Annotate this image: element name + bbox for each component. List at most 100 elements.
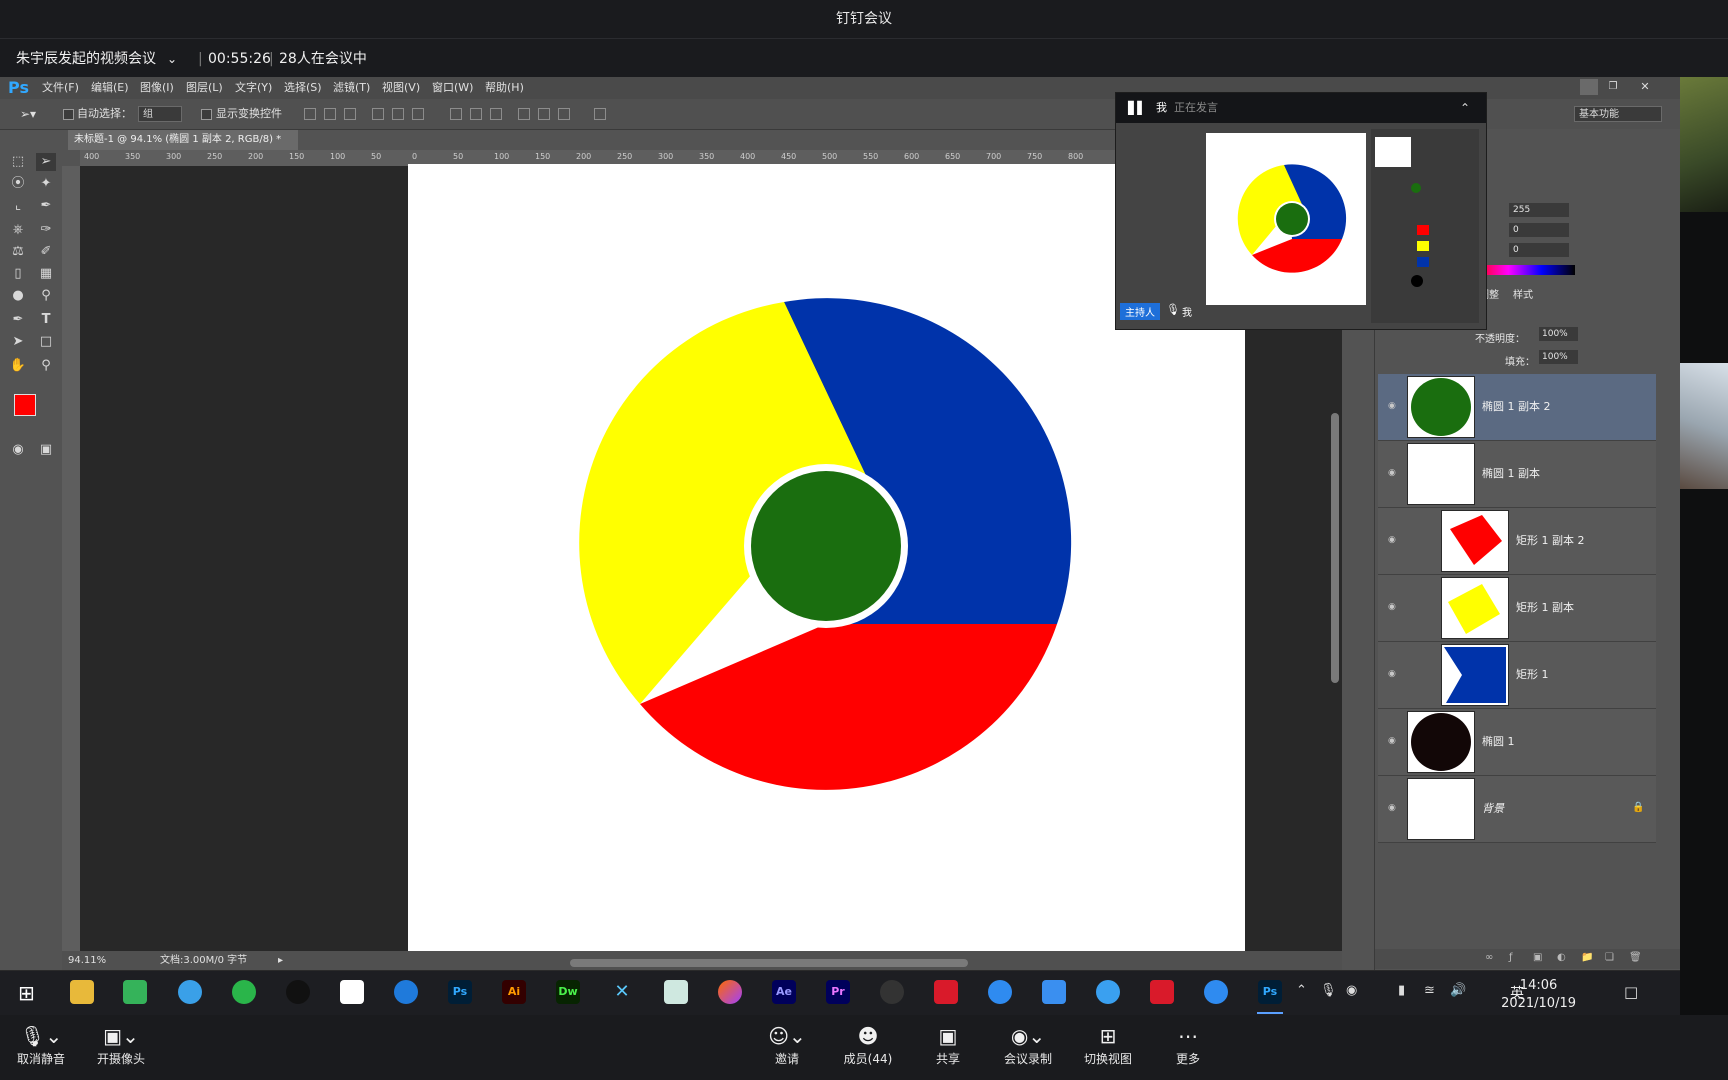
dingtalk-icon[interactable] xyxy=(1042,980,1066,1004)
layer-row[interactable]: ◉ 矩形 1 副本 xyxy=(1378,575,1656,642)
distribute-top-icon[interactable] xyxy=(450,108,462,120)
baidu-netdisk-icon[interactable] xyxy=(340,980,364,1004)
layer-row[interactable]: ◉ 椭圆 1 xyxy=(1378,709,1656,776)
layer-row[interactable]: ◉ 椭圆 1 副本 xyxy=(1378,441,1656,508)
align-vcenter-icon[interactable] xyxy=(324,108,336,120)
participant-video[interactable] xyxy=(1680,77,1728,212)
edge-icon[interactable] xyxy=(394,980,418,1004)
foreground-color-swatch[interactable] xyxy=(14,394,36,416)
collapse-icon[interactable]: ⌃ xyxy=(1460,93,1470,123)
fill-input[interactable]: 100% xyxy=(1539,350,1578,364)
green-value[interactable]: 0 xyxy=(1509,223,1569,237)
menu-image[interactable]: 图像(I) xyxy=(140,77,174,99)
move-tool-icon[interactable]: ➢▾ xyxy=(20,99,36,129)
history-brush-tool-icon[interactable]: ✐ xyxy=(36,243,56,261)
menu-window[interactable]: 窗口(W) xyxy=(432,77,473,99)
artboard-tool-icon[interactable]: ➢ xyxy=(36,153,56,171)
tray-battery-icon[interactable]: ▮ xyxy=(1398,983,1405,998)
zoom-tool-icon[interactable]: ⚲ xyxy=(36,357,56,375)
meeting-app-icon[interactable] xyxy=(1204,980,1228,1004)
camera-button[interactable]: ▣⌄ 开摄像头 xyxy=(86,1023,156,1069)
participant-video-strip[interactable] xyxy=(1680,77,1728,1015)
distribute-hcenter-icon[interactable] xyxy=(538,108,550,120)
distribute-vcenter-icon[interactable] xyxy=(470,108,482,120)
layer-name[interactable]: 矩形 1 副本 2 xyxy=(1516,508,1585,574)
tray-chevron-up-icon[interactable]: ⌃ xyxy=(1296,983,1307,998)
menu-type[interactable]: 文字(Y) xyxy=(235,77,272,99)
members-button[interactable]: ☻ 成员(44) xyxy=(833,1023,903,1069)
qq-icon[interactable] xyxy=(286,980,310,1004)
align-hcenter-icon[interactable] xyxy=(392,108,404,120)
new-layer-icon[interactable]: ❏ xyxy=(1605,952,1614,963)
restore-button[interactable]: ❐ xyxy=(1604,79,1622,95)
tray-volume-icon[interactable]: 🔊 xyxy=(1450,983,1466,998)
more-button[interactable]: ⋯ 更多 xyxy=(1153,1023,1223,1069)
file-explorer-icon[interactable] xyxy=(70,980,94,1004)
fb-app-icon[interactable] xyxy=(123,980,147,1004)
fx-icon[interactable]: ƒ xyxy=(1509,952,1513,963)
screen-share-window[interactable]: ▋▌ 我 正在发言 ⌃ 主持人 🎙 我 xyxy=(1115,92,1487,330)
layer-name[interactable]: 椭圆 1 副本 xyxy=(1482,441,1540,507)
layer-name[interactable]: 背景 xyxy=(1482,776,1504,842)
layer-name[interactable]: 椭圆 1 副本 2 xyxy=(1482,374,1551,440)
crop-tool-icon[interactable]: ⌞ xyxy=(8,197,28,215)
quick-mask-icon[interactable]: ◉ xyxy=(8,441,28,459)
align-bottom-icon[interactable] xyxy=(344,108,356,120)
menu-file[interactable]: 文件(F) xyxy=(42,77,79,99)
tab-styles[interactable]: 样式 xyxy=(1513,286,1533,301)
clock[interactable]: 14:06 2021/10/19 xyxy=(1501,977,1576,1013)
type-tool-icon[interactable]: T xyxy=(36,311,56,329)
wps-icon[interactable] xyxy=(934,980,958,1004)
photoshop-app-icon[interactable]: Ps xyxy=(1258,980,1282,1004)
menu-select[interactable]: 选择(S) xyxy=(284,77,322,99)
new-group-icon[interactable]: 📁 xyxy=(1581,952,1593,963)
opacity-input[interactable]: 100% xyxy=(1539,327,1578,341)
tray-network-icon[interactable]: ◉ xyxy=(1346,983,1357,998)
cinema4d-icon[interactable] xyxy=(880,980,904,1004)
record-button[interactable]: ◉⌄ 会议录制 xyxy=(993,1023,1063,1069)
wps-icon[interactable] xyxy=(1150,980,1174,1004)
eye-icon[interactable]: ◉ xyxy=(1388,468,1398,478)
participant-video[interactable] xyxy=(1680,363,1728,489)
vertical-scrollbar[interactable] xyxy=(1331,413,1339,683)
pen-tool-icon[interactable]: ✒ xyxy=(8,311,28,329)
layer-name[interactable]: 矩形 1 副本 xyxy=(1516,575,1574,641)
browser-icon[interactable] xyxy=(178,980,202,1004)
menu-filter[interactable]: 滤镜(T) xyxy=(333,77,370,99)
share-button[interactable]: ▣ 共享 xyxy=(913,1023,983,1069)
distribute-left-icon[interactable] xyxy=(518,108,530,120)
xmind-icon[interactable]: ✕ xyxy=(610,980,634,1004)
hand-tool-icon[interactable]: ✋ xyxy=(8,357,28,375)
menu-view[interactable]: 视图(V) xyxy=(382,77,420,99)
switch-view-button[interactable]: ⊞ 切换视图 xyxy=(1073,1023,1143,1069)
eyedropper-tool-icon[interactable]: ✒ xyxy=(36,197,56,215)
illustrator-app-icon[interactable]: Ai xyxy=(502,980,526,1004)
align-left-icon[interactable] xyxy=(372,108,384,120)
healing-tool-icon[interactable]: ⎈ xyxy=(8,221,28,239)
premiere-app-icon[interactable]: Pr xyxy=(826,980,850,1004)
link-layers-icon[interactable]: ∞ xyxy=(1485,952,1493,963)
eye-icon[interactable]: ◉ xyxy=(1388,736,1398,746)
blur-tool-icon[interactable]: ● xyxy=(8,287,28,305)
firefox-icon[interactable] xyxy=(718,980,742,1004)
tray-wifi-icon[interactable]: ≊ xyxy=(1424,983,1435,998)
minimize-button[interactable] xyxy=(1580,79,1598,95)
zoom-level[interactable]: 94.11% xyxy=(68,951,106,970)
after-effects-app-icon[interactable]: Ae xyxy=(772,980,796,1004)
layer-row[interactable]: ◉ 矩形 1 xyxy=(1378,642,1656,709)
path-select-tool-icon[interactable]: ➤ xyxy=(8,333,28,351)
layer-name[interactable]: 矩形 1 xyxy=(1516,642,1549,708)
screen-mode-icon[interactable]: ▣ xyxy=(36,441,56,459)
align-top-icon[interactable] xyxy=(304,108,316,120)
eye-icon[interactable]: ◉ xyxy=(1388,602,1398,612)
wechat-icon[interactable] xyxy=(232,980,256,1004)
eye-icon[interactable]: ◉ xyxy=(1388,669,1398,679)
document-tab[interactable]: 未标题-1 @ 94.1% (椭圆 1 副本 2, RGB/8) * × xyxy=(68,130,298,165)
close-button[interactable]: ✕ xyxy=(1636,79,1654,95)
photoshop-app-icon[interactable]: Ps xyxy=(448,980,472,1004)
horizontal-scrollbar[interactable] xyxy=(570,959,968,967)
auto-select-dropdown[interactable]: 组 xyxy=(138,106,182,122)
magic-wand-tool-icon[interactable]: ✦ xyxy=(36,175,56,193)
eraser-tool-icon[interactable]: ▯ xyxy=(8,265,28,283)
eye-icon[interactable]: ◉ xyxy=(1388,803,1398,813)
